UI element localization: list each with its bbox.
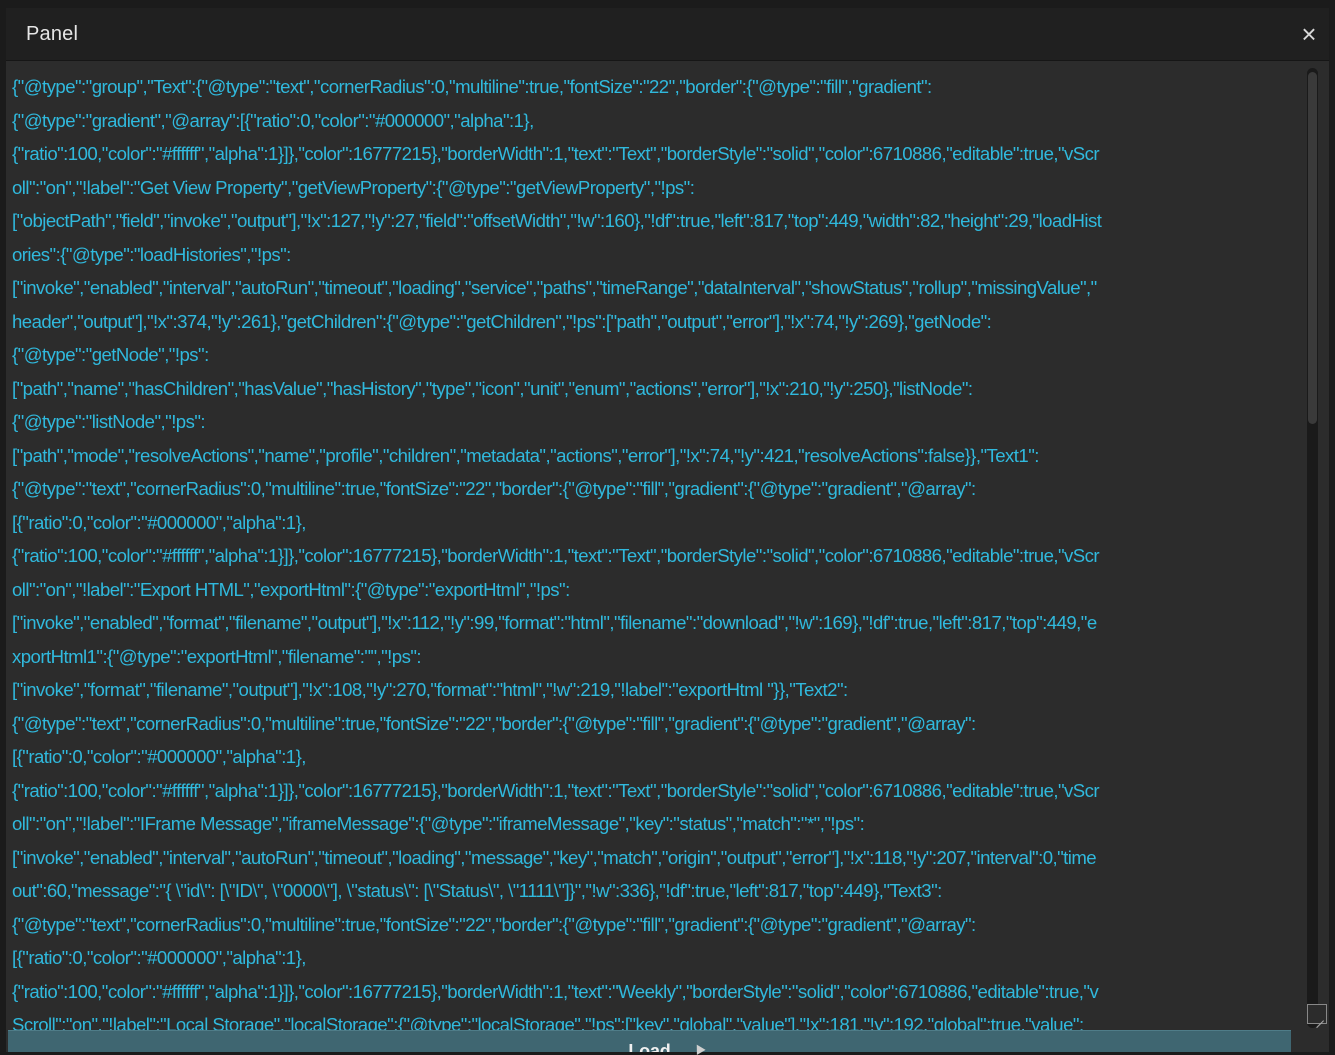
json-line: ["objectPath","field","invoke","output"]… <box>12 210 1102 231</box>
json-line: ["invoke","enabled","interval","autoRun"… <box>12 277 1097 298</box>
load-button[interactable]: Load <box>8 1030 1291 1052</box>
json-line: {"ratio":100,"color":"#ffffff","alpha":1… <box>12 779 1100 801</box>
panel-title: Panel <box>26 23 79 45</box>
json-line: oll":"on","!label":"Export HTML","export… <box>12 578 570 600</box>
json-line: {"ratio":100,"color":"#ffffff","alpha":1… <box>12 545 1100 566</box>
json-line: {"@type":"text","cornerRadius":0,"multil… <box>12 913 976 935</box>
json-line: {"@type":"gradient","@array":[{"ratio":0… <box>12 109 534 131</box>
json-line: ["invoke","format","filename","output"],… <box>12 679 848 700</box>
json-line: [{"ratio":0,"color":"#000000","alpha":1}… <box>12 947 306 968</box>
json-line: [{"ratio":0,"color":"#000000","alpha":1}… <box>12 511 306 533</box>
vertical-scrollbar[interactable] <box>1307 68 1318 1028</box>
json-line: {"ratio":100,"color":"#ffffff","alpha":1… <box>12 980 1099 1002</box>
scrollbar-thumb[interactable] <box>1308 72 1317 424</box>
corner-handle[interactable]: .. <box>1313 1042 1321 1052</box>
json-line: header","output"],"!x":374,"!y":261},"ge… <box>12 310 992 332</box>
json-line: oll":"on","!label":"IFrame Message","ifr… <box>12 813 865 834</box>
json-line: ["path","name","hasChildren","hasValue",… <box>12 377 973 399</box>
panel-window: Panel × {"@type":"group","Text":{"@type"… <box>6 8 1329 1052</box>
json-line: xportHtml1":{"@type":"exportHtml","filen… <box>12 645 422 667</box>
json-line: {"ratio":100,"color":"#ffffff","alpha":1… <box>12 143 1100 164</box>
json-line: out":60,"message":"{ \"id\": [\"ID\", \"… <box>12 880 942 901</box>
panel-titlebar[interactable]: Panel × <box>6 8 1329 61</box>
json-line: oll":"on","!label":"Get View Property","… <box>12 176 695 198</box>
resize-grip-icon[interactable] <box>1307 1004 1327 1024</box>
json-line: {"@type":"group","Text":{"@type":"text",… <box>12 76 932 97</box>
load-button-label: Load <box>628 1041 671 1052</box>
json-line: ["invoke","enabled","interval","autoRun"… <box>12 846 1097 868</box>
json-line: ["path","mode","resolveActions","name","… <box>12 444 1039 466</box>
json-text-content[interactable]: {"@type":"group","Text":{"@type":"text",… <box>12 70 1304 1032</box>
json-line: ories":{"@type":"loadHistories","!ps": <box>12 243 291 265</box>
json-line: [{"ratio":0,"color":"#000000","alpha":1}… <box>12 746 306 767</box>
json-line: {"@type":"listNode","!ps": <box>12 411 206 432</box>
json-line: ["invoke","enabled","format","filename",… <box>12 612 1097 633</box>
json-line: {"@type":"text","cornerRadius":0,"multil… <box>12 478 976 499</box>
json-text-area[interactable]: {"@type":"group","Text":{"@type":"text",… <box>8 64 1318 1032</box>
json-line: {"@type":"getNode","!ps": <box>12 344 209 365</box>
close-icon[interactable]: × <box>1295 20 1323 48</box>
json-line: {"@type":"text","cornerRadius":0,"multil… <box>12 712 976 734</box>
json-line: Scroll":"on","!label":"Local Storage","l… <box>12 1014 1084 1032</box>
